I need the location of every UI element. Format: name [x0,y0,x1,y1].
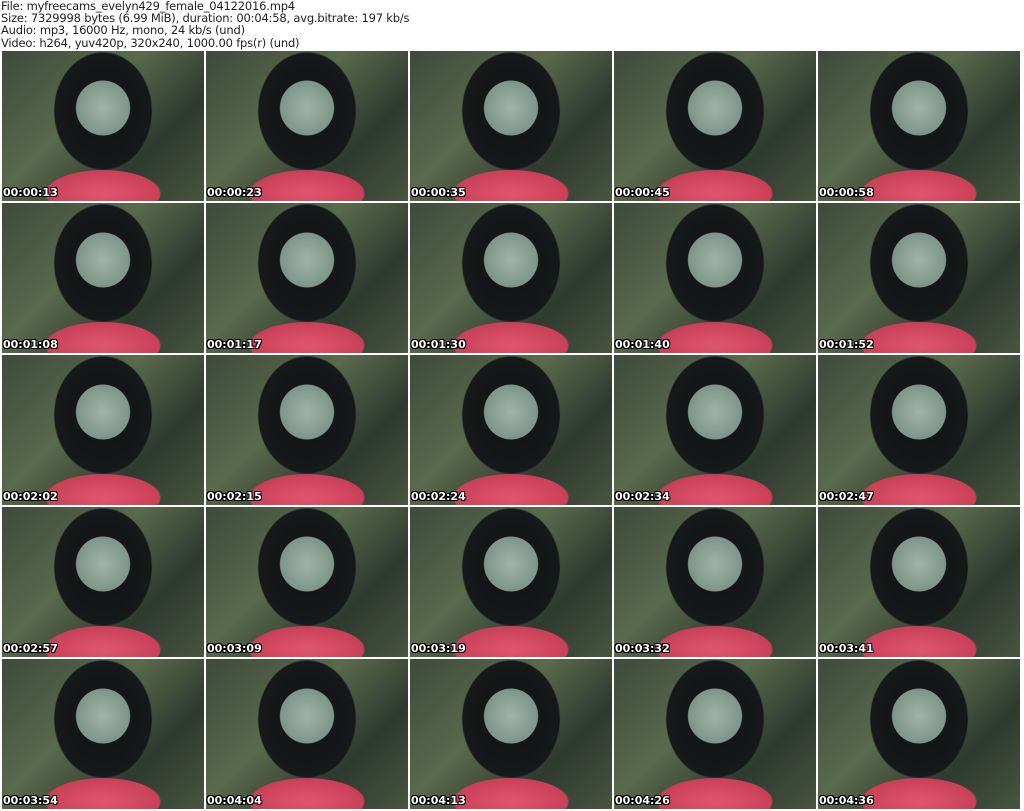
thumbnail-timestamp: 00:04:13 [411,794,466,807]
video-thumbnail: 00:02:15 [206,355,408,505]
video-thumbnail: 00:00:23 [206,51,408,201]
thumbnail-timestamp: 00:02:57 [3,642,58,655]
thumbnail-grid: 00:00:13 00:00:23 00:00:35 00:00:45 00:00:58… [2,51,1022,811]
thumbnail-timestamp: 00:01:17 [207,338,262,351]
thumbnail-timestamp: 00:03:41 [819,642,874,655]
thumbnail-timestamp: 00:02:34 [615,490,670,503]
video-thumbnail: 00:03:41 [818,507,1020,657]
video-thumbnail: 00:01:08 [2,203,204,353]
video-thumbnail: 00:04:36 [818,659,1020,809]
thumbnail-timestamp: 00:03:19 [411,642,466,655]
video-thumbnail: 00:01:30 [410,203,612,353]
file-info-header: File: myfreecams_evelyn429_female_041220… [1,0,410,50]
video-thumbnail: 00:00:35 [410,51,612,201]
thumbnail-timestamp: 00:00:45 [615,186,670,199]
thumbnail-timestamp: 00:02:47 [819,490,874,503]
video-thumbnail: 00:00:13 [2,51,204,201]
video-thumbnail: 00:02:57 [2,507,204,657]
thumbnail-timestamp: 00:04:26 [615,794,670,807]
thumbnail-timestamp: 00:00:35 [411,186,466,199]
video-thumbnail: 00:02:34 [614,355,816,505]
thumbnail-timestamp: 00:04:04 [207,794,262,807]
audio-info: Audio: mp3, 16000 Hz, mono, 24 kb/s (und… [1,23,245,38]
thumbnail-timestamp: 00:02:02 [3,490,58,503]
video-thumbnail: 00:00:58 [818,51,1020,201]
video-thumbnail: 00:04:13 [410,659,612,809]
video-thumbnail: 00:03:19 [410,507,612,657]
thumbnail-timestamp: 00:01:52 [819,338,874,351]
video-thumbnail: 00:00:45 [614,51,816,201]
thumbnail-timestamp: 00:03:09 [207,642,262,655]
thumbnail-timestamp: 00:01:08 [3,338,58,351]
video-thumbnail: 00:01:52 [818,203,1020,353]
thumbnail-timestamp: 00:03:32 [615,642,670,655]
thumbnail-timestamp: 00:02:24 [411,490,466,503]
thumbnail-timestamp: 00:02:15 [207,490,262,503]
video-thumbnail: 00:03:54 [2,659,204,809]
thumbnail-timestamp: 00:04:36 [819,794,874,807]
video-thumbnail: 00:02:47 [818,355,1020,505]
video-thumbnail: 00:03:32 [614,507,816,657]
video-thumbnail: 00:02:24 [410,355,612,505]
thumbnail-timestamp: 00:00:23 [207,186,262,199]
thumbnail-timestamp: 00:00:13 [3,186,58,199]
video-thumbnail: 00:01:17 [206,203,408,353]
video-thumbnail: 00:04:26 [614,659,816,809]
video-thumbnail: 00:04:04 [206,659,408,809]
video-thumbnail: 00:01:40 [614,203,816,353]
thumbnail-timestamp: 00:01:30 [411,338,466,351]
video-info: Video: h264, yuv420p, 320x240, 1000.00 f… [1,35,300,50]
thumbnail-timestamp: 00:01:40 [615,338,670,351]
thumbnail-timestamp: 00:03:54 [3,794,58,807]
video-thumbnail: 00:03:09 [206,507,408,657]
video-thumbnail: 00:02:02 [2,355,204,505]
thumbnail-timestamp: 00:00:58 [819,186,874,199]
